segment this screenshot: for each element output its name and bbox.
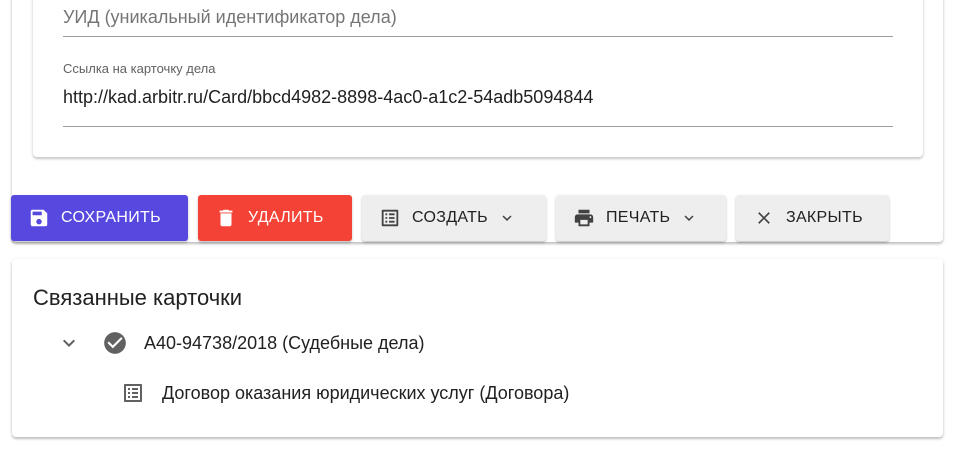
- uid-input[interactable]: УИД (уникальный идентификатор дела): [63, 6, 893, 37]
- list-icon: [378, 206, 402, 230]
- save-button-label: СОХРАНИТЬ: [61, 209, 161, 226]
- create-button-label: СОЗДАТЬ: [412, 209, 488, 226]
- tree-item-label: Договор оказания юридических услуг (Дого…: [162, 382, 570, 403]
- action-toolbar: СОХРАНИТЬ УДАЛИТЬ СОЗДАТЬ ПЕЧАТЬ ЗАКРЫТЬ: [11, 195, 889, 241]
- case-fields-panel: УИД (уникальный идентификатор дела) Ссыл…: [33, 0, 923, 157]
- case-link-value: http://kad.arbitr.ru/Card/bbcd4982-8898-…: [63, 87, 594, 107]
- tree-item-label: А40-94738/2018 (Судебные дела): [144, 332, 425, 353]
- case-link-input[interactable]: Ссылка на карточку дела http://kad.arbit…: [63, 60, 893, 127]
- chevron-down-icon: [498, 209, 516, 227]
- print-button[interactable]: ПЕЧАТЬ: [556, 195, 726, 241]
- related-cards-panel: Связанные карточки А40-94738/2018 (Судеб…: [12, 259, 943, 437]
- close-button[interactable]: ЗАКРЫТЬ: [736, 195, 889, 241]
- case-link-label: Ссылка на карточку дела: [63, 61, 216, 76]
- list-icon: [120, 380, 146, 406]
- uid-placeholder: УИД (уникальный идентификатор дела): [63, 7, 397, 27]
- tree-item-case[interactable]: А40-94738/2018 (Судебные дела): [56, 329, 424, 357]
- delete-button-label: УДАЛИТЬ: [248, 209, 324, 226]
- related-cards-title: Связанные карточки: [33, 285, 243, 310]
- printer-icon: [572, 206, 596, 230]
- chevron-down-icon: [680, 209, 698, 227]
- save-button[interactable]: СОХРАНИТЬ: [11, 195, 188, 241]
- close-icon: [752, 206, 776, 230]
- trash-icon: [214, 206, 238, 230]
- floppy-disk-icon: [27, 206, 51, 230]
- tree-item-contract[interactable]: Договор оказания юридических услуг (Дого…: [120, 379, 569, 407]
- close-button-label: ЗАКРЫТЬ: [786, 209, 863, 226]
- create-button[interactable]: СОЗДАТЬ: [362, 195, 546, 241]
- check-circle-icon: [102, 330, 128, 356]
- chevron-down-icon[interactable]: [56, 330, 82, 356]
- delete-button[interactable]: УДАЛИТЬ: [198, 195, 352, 241]
- print-button-label: ПЕЧАТЬ: [606, 209, 671, 226]
